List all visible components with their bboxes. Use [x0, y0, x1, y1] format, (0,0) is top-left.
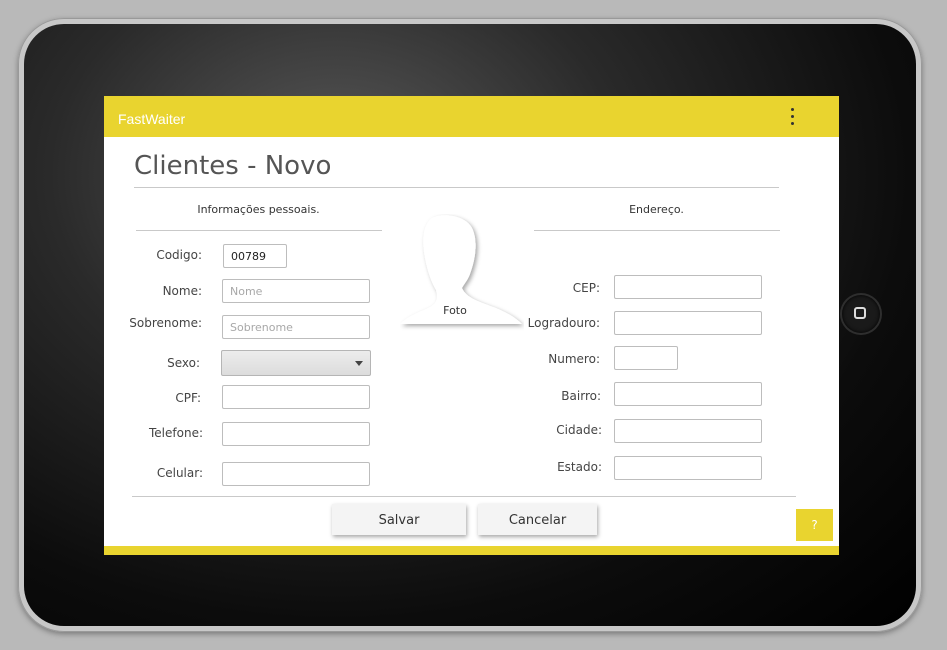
app-bar: FastWaiter — [104, 96, 839, 137]
app-screen: FastWaiter Clientes - Novo Informações p… — [104, 96, 839, 555]
nome-field[interactable] — [222, 279, 370, 303]
estado-field[interactable] — [614, 456, 762, 480]
section-title-address: Endereço. — [629, 203, 684, 216]
numero-label: Numero: — [548, 352, 600, 366]
bairro-field[interactable] — [614, 382, 762, 406]
estado-label: Estado: — [557, 460, 602, 474]
home-button-icon[interactable] — [842, 295, 880, 333]
cidade-field[interactable] — [614, 419, 762, 443]
telefone-field[interactable] — [222, 422, 370, 446]
photo-label: Foto — [443, 304, 467, 317]
sexo-label: Sexo: — [167, 356, 200, 370]
cidade-label: Cidade: — [556, 423, 602, 437]
section-divider-address — [534, 230, 780, 231]
section-title-personal: Informações pessoais. — [197, 203, 320, 216]
bottom-accent-bar — [104, 546, 839, 555]
actions-divider — [132, 496, 796, 497]
help-button[interactable]: ? — [796, 509, 833, 541]
bairro-label: Bairro: — [561, 389, 601, 403]
section-divider-personal — [136, 230, 382, 231]
cpf-field[interactable] — [222, 385, 370, 409]
logradouro-field[interactable] — [614, 311, 762, 335]
logradouro-label: Logradouro: — [527, 316, 600, 330]
chevron-down-icon — [355, 361, 363, 366]
page-title: Clientes - Novo — [134, 151, 332, 181]
celular-label: Celular: — [156, 466, 203, 480]
cpf-label: CPF: — [175, 391, 201, 405]
cep-label: CEP: — [572, 281, 600, 295]
sexo-select[interactable] — [221, 350, 371, 376]
cancel-button[interactable]: Cancelar — [478, 504, 597, 535]
nome-label: Nome: — [162, 284, 202, 298]
app-title: FastWaiter — [118, 111, 186, 127]
codigo-field[interactable] — [223, 244, 287, 268]
celular-field[interactable] — [222, 462, 370, 486]
cep-field[interactable] — [614, 275, 762, 299]
codigo-label: Codigo: — [156, 248, 202, 262]
photo-placeholder[interactable]: Foto — [400, 214, 524, 332]
sobrenome-field[interactable] — [222, 315, 370, 339]
save-button[interactable]: Salvar — [332, 504, 466, 535]
title-divider — [134, 187, 779, 188]
more-vert-icon[interactable] — [787, 108, 797, 132]
numero-field[interactable] — [614, 346, 678, 370]
sobrenome-label: Sobrenome: — [129, 316, 202, 330]
telefone-label: Telefone: — [149, 426, 203, 440]
